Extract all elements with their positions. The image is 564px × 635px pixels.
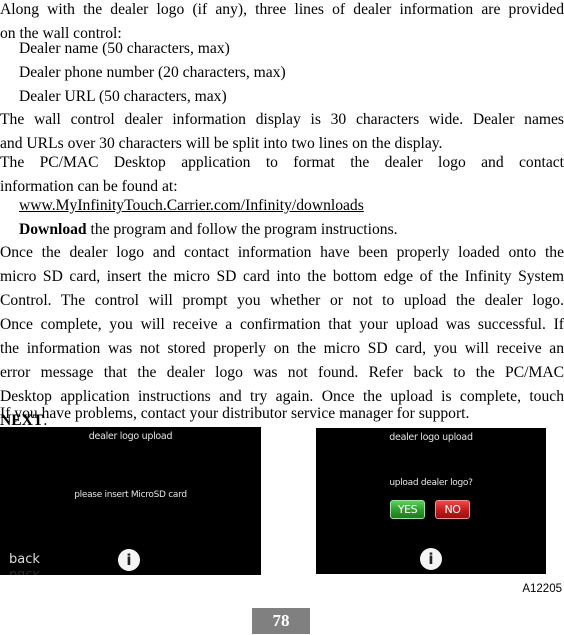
download-instruction: Download the program and follow the prog… [19, 218, 398, 242]
upload-line: micro SD card, insert the micro SD card … [0, 268, 564, 285]
list-item-dealer-phone: Dealer phone number (20 characters, max) [19, 64, 286, 81]
info-icon[interactable]: i [420, 548, 442, 570]
upload-line: Once the dealer logo and contact informa… [0, 244, 564, 261]
screen-title: dealer logo upload [88, 431, 173, 442]
download-url-line: www.MyInfinityTouch.Carrier.com/Infinity… [19, 194, 364, 218]
support-paragraph: If you have problems, contact your distr… [0, 405, 470, 422]
no-button[interactable]: NO [435, 500, 470, 519]
info-icon[interactable]: i [118, 549, 140, 571]
screen-message: upload dealer logo? [389, 478, 473, 488]
download-bold: Download [19, 221, 87, 238]
upload-line: Once complete, you will receive a confir… [0, 316, 564, 333]
upload-line: the information was not stored properly … [0, 340, 564, 357]
upload-line: error message that the dealer logo was n… [0, 364, 564, 381]
download-url-link[interactable]: www.MyInfinityTouch.Carrier.com/Infinity… [19, 197, 364, 214]
yes-button[interactable]: YES [390, 500, 425, 519]
download-rest: the program and follow the program instr… [86, 221, 398, 238]
display-paragraph: The wall control dealer information disp… [0, 108, 564, 156]
list-item-dealer-url: Dealer URL (50 characters, max) [19, 88, 227, 105]
screen-title: dealer logo upload [389, 432, 473, 443]
screen-upload-prompt: dealer logo upload upload dealer logo? Y… [316, 428, 546, 574]
intro-line-1: Along with the dealer logo (if any), thr… [0, 1, 564, 18]
screen-message: please insert MicroSD card [74, 490, 187, 500]
app-paragraph: The PC/MAC Desktop application to format… [0, 151, 564, 199]
figure-id: A12205 [522, 583, 562, 595]
back-reflection: back [9, 567, 40, 575]
page-number: 78 [252, 608, 310, 634]
screen-insert-microsd: dealer logo upload please insert MicroSD… [0, 427, 261, 575]
list-item-dealer-name: Dealer name (50 characters, max) [19, 40, 230, 57]
back-button[interactable]: back [9, 552, 40, 567]
display-line-1: The wall control dealer information disp… [0, 111, 564, 128]
app-line-1: The PC/MAC Desktop application to format… [0, 154, 564, 171]
upload-line: Control. The control will prompt you whe… [0, 292, 564, 309]
